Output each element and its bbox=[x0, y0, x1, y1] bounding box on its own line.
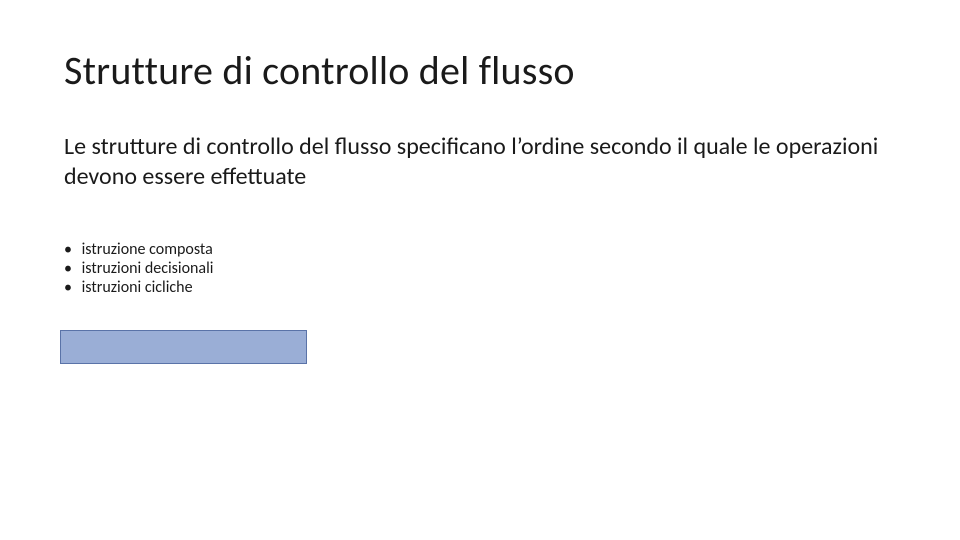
bullet-icon: • bbox=[64, 259, 78, 278]
slide: Strutture di controllo del flusso Le str… bbox=[0, 0, 960, 540]
list-item: • istruzione composta bbox=[64, 240, 896, 259]
list-item-label: istruzione composta bbox=[82, 240, 213, 259]
bullet-list: • istruzione composta • istruzioni decis… bbox=[64, 240, 896, 297]
list-item-label: istruzioni decisionali bbox=[82, 259, 214, 278]
highlight-rectangle bbox=[60, 330, 307, 364]
list-item-label: istruzioni cicliche bbox=[82, 278, 193, 297]
bullet-icon: • bbox=[64, 240, 78, 259]
bullet-icon: • bbox=[64, 278, 78, 297]
slide-title: Strutture di controllo del flusso bbox=[64, 48, 896, 94]
list-item: • istruzioni decisionali bbox=[64, 259, 896, 278]
slide-body-text: Le strutture di controllo del flusso spe… bbox=[64, 132, 896, 192]
list-item: • istruzioni cicliche bbox=[64, 278, 896, 297]
